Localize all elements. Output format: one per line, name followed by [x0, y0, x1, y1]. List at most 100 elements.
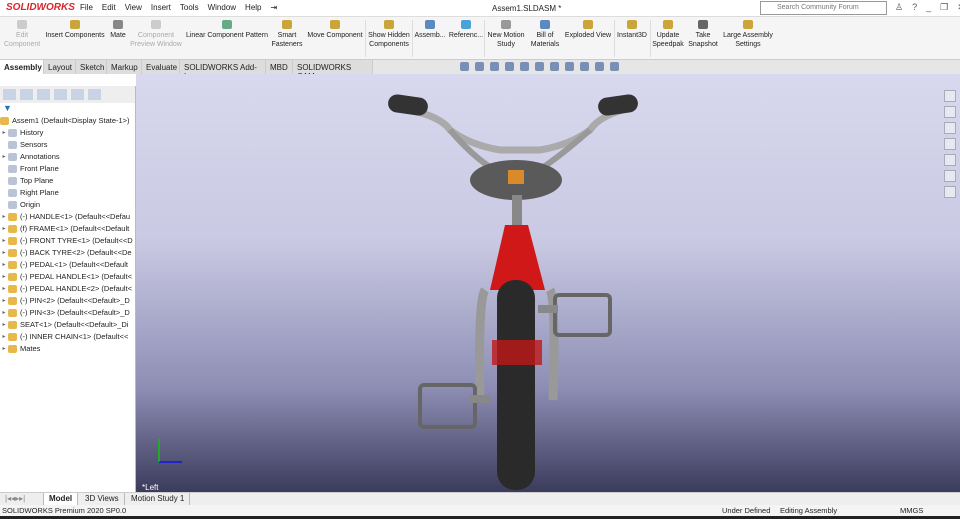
tab-markup[interactable]: Markup [107, 60, 142, 74]
tree-item[interactable]: Origin [0, 199, 135, 211]
feature-manager-tab-icon[interactable] [3, 89, 16, 100]
menu-edit[interactable]: Edit [102, 3, 116, 12]
tab-model[interactable]: Model [44, 493, 79, 505]
expand-arrow-icon[interactable]: ▸ [0, 343, 8, 355]
expand-arrow-icon[interactable]: ▸ [0, 319, 8, 331]
minimize-icon[interactable]: _ [926, 2, 931, 13]
menu-help[interactable]: Help [245, 3, 261, 12]
expand-arrow-icon[interactable]: ▸ [0, 235, 8, 247]
appearance-icon[interactable] [580, 62, 589, 71]
menu-file[interactable]: File [80, 3, 93, 12]
tab-assembly[interactable]: Assembly [0, 60, 44, 74]
tree-item[interactable]: ▸ Annotations [0, 151, 135, 163]
appearances-icon[interactable] [944, 154, 956, 166]
expand-arrow-icon[interactable]: ▸ [0, 211, 8, 223]
menu-window[interactable]: Window [208, 3, 236, 12]
tree-item[interactable]: ▸ SEAT<1> (Default<<Default>_Di [0, 319, 135, 331]
design-library-icon[interactable] [944, 106, 956, 118]
insert-components-button[interactable]: Insert Components [44, 20, 106, 40]
exploded-view-button[interactable]: Exploded View [563, 20, 613, 40]
tab-scroll-arrows[interactable]: |◂◂▸▸| [0, 493, 44, 505]
help-icon[interactable]: ? [912, 2, 917, 13]
property-manager-tab-icon[interactable] [20, 89, 33, 100]
show-hidden-components-button[interactable]: Show Hidden Components [366, 20, 412, 49]
mate-button[interactable]: Mate [106, 20, 130, 40]
forum-icon[interactable] [944, 186, 956, 198]
tree-item[interactable]: ▸ (f) FRAME<1> (Default<<Default [0, 223, 135, 235]
tree-item[interactable]: ▸ History [0, 127, 135, 139]
graphics-area[interactable]: *Left [136, 74, 960, 492]
linear-component-pattern-button[interactable]: Linear Component Pattern [184, 20, 270, 40]
tab-3d-views[interactable]: 3D Views [80, 493, 125, 505]
tree-item[interactable]: ▸ (-) PEDAL HANDLE<1> (Default< [0, 271, 135, 283]
smart-fasteners-button[interactable]: Smart Fasteners [270, 20, 304, 49]
tree-item[interactable]: Top Plane [0, 175, 135, 187]
tab-addins[interactable]: SOLIDWORKS Add-Ins [180, 60, 266, 81]
take-snapshot-button[interactable]: Take Snapshot [686, 20, 720, 49]
instant3d-button[interactable]: Instant3D [615, 20, 649, 40]
scene-icon[interactable] [595, 62, 604, 71]
assembly-features-button[interactable]: Assemb... [413, 20, 447, 40]
tree-item[interactable]: ▸ (-) FRONT TYRE<1> (Default<<D [0, 235, 135, 247]
expand-arrow-icon[interactable]: ▸ [0, 247, 8, 259]
search-input[interactable]: Search Community Forum [760, 1, 887, 15]
cam-tab-icon[interactable] [88, 89, 101, 100]
configuration-manager-tab-icon[interactable] [37, 89, 50, 100]
previous-view-icon[interactable] [490, 62, 499, 71]
view-orientation-icon[interactable] [535, 62, 544, 71]
custom-properties-icon[interactable] [944, 170, 956, 182]
tab-layout[interactable]: Layout [44, 60, 76, 74]
tree-item[interactable]: ▸ (-) INNER CHAIN<1> (Default<< [0, 331, 135, 343]
menu-tools[interactable]: Tools [180, 3, 199, 12]
zoom-area-icon[interactable] [475, 62, 484, 71]
expand-arrow-icon[interactable]: ▸ [0, 271, 8, 283]
solidworks-resources-icon[interactable] [944, 90, 956, 102]
section-view-icon[interactable] [505, 62, 514, 71]
display-style-icon[interactable] [550, 62, 559, 71]
expand-arrow-icon[interactable]: ▸ [0, 307, 8, 319]
dynamic-annotation-icon[interactable] [520, 62, 529, 71]
expand-arrow-icon[interactable]: ▸ [0, 151, 8, 163]
new-motion-study-button[interactable]: New Motion Study [485, 20, 527, 49]
tree-item[interactable]: Right Plane [0, 187, 135, 199]
tree-item[interactable]: ▸ (-) BACK TYRE<2> (Default<<De [0, 247, 135, 259]
tree-item[interactable]: ▸ (-) PIN<2> (Default<<Default>_D [0, 295, 135, 307]
tree-item[interactable]: ▸ (-) PEDAL HANDLE<2> (Default< [0, 283, 135, 295]
file-explorer-icon[interactable] [944, 122, 956, 134]
tab-mbd[interactable]: MBD [266, 60, 293, 74]
filter-icon[interactable]: ▼ [0, 103, 135, 115]
expand-arrow-icon[interactable]: ▸ [0, 283, 8, 295]
expand-arrow-icon[interactable]: ▸ [0, 127, 8, 139]
menu-insert[interactable]: Insert [151, 3, 171, 12]
tree-item[interactable]: ▸ (-) HANDLE<1> (Default<<Defau [0, 211, 135, 223]
reference-geometry-button[interactable]: Referenc... [448, 20, 484, 40]
tree-root[interactable]: Assem1 (Default<Display State-1>) [0, 115, 135, 127]
menu-view[interactable]: View [125, 3, 142, 12]
pin-icon[interactable]: ⇥ [271, 3, 278, 12]
expand-arrow-icon[interactable]: ▸ [0, 331, 8, 343]
expand-arrow-icon[interactable]: ▸ [0, 223, 8, 235]
component-preview-window-button[interactable]: Component Preview Window [128, 20, 184, 49]
display-manager-tab-icon[interactable] [71, 89, 84, 100]
tree-item[interactable]: Front Plane [0, 163, 135, 175]
tab-motion-study[interactable]: Motion Study 1 [126, 493, 191, 505]
view-palette-icon[interactable] [944, 138, 956, 150]
edit-component-button[interactable]: Edit Component [4, 20, 40, 49]
zoom-to-fit-icon[interactable] [460, 62, 469, 71]
user-icon[interactable]: ♙ [895, 2, 903, 13]
tab-evaluate[interactable]: Evaluate [142, 60, 180, 74]
tree-item[interactable]: Sensors [0, 139, 135, 151]
tree-item[interactable]: ▸ Mates [0, 343, 135, 355]
tree-item[interactable]: ▸ (-) PIN<3> (Default<<Default>_D [0, 307, 135, 319]
dimxpert-tab-icon[interactable] [54, 89, 67, 100]
tab-sketch[interactable]: Sketch [76, 60, 107, 74]
large-assembly-settings-button[interactable]: Large Assembly Settings [720, 20, 776, 49]
move-component-button[interactable]: Move Component [304, 20, 366, 40]
expand-arrow-icon[interactable]: ▸ [0, 259, 8, 271]
restore-icon[interactable]: ❐ [940, 2, 948, 13]
update-speedpak-button[interactable]: Update Speedpak [651, 20, 685, 49]
view-settings-icon[interactable] [610, 62, 619, 71]
tab-cam[interactable]: SOLIDWORKS CAM [293, 60, 373, 81]
bill-of-materials-button[interactable]: Bill of Materials [528, 20, 562, 49]
units-selector[interactable]: MMGS [900, 506, 923, 515]
